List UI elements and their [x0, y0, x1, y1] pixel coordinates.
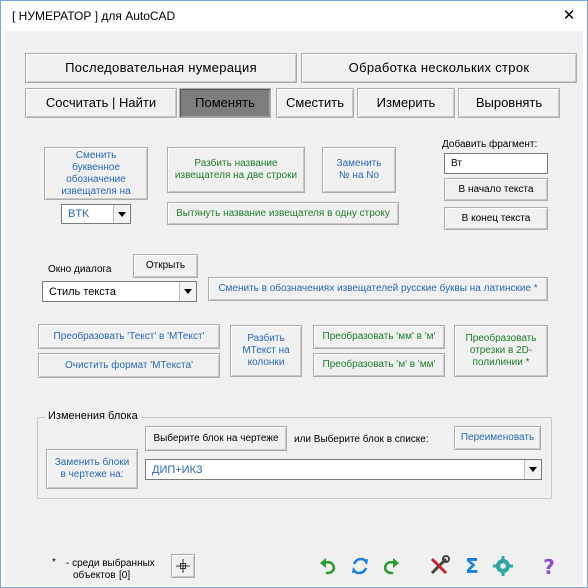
block-list-combo[interactable]: ДИП+ИКЗ: [145, 459, 542, 480]
dialog-window-label: Окно диалога: [48, 264, 112, 275]
split-mtext-columns-button[interactable]: Разбить МТекст на колонки: [230, 325, 302, 377]
chevron-down-icon[interactable]: [113, 205, 130, 223]
tools-icon[interactable]: [427, 554, 451, 578]
note-text: - среди выбранных: [66, 558, 155, 569]
tab-measure[interactable]: Измерить: [357, 88, 455, 118]
tab-align[interactable]: Выровнять: [458, 88, 560, 118]
block-list-combo-value: ДИП+ИКЗ: [152, 463, 203, 476]
dialog-client-area: Последовательная нумерация Обработка нес…: [5, 31, 583, 585]
select-objects-icon[interactable]: [171, 554, 195, 578]
latin-letters-button[interactable]: Сменить в обозначениях извещателей русск…: [208, 277, 548, 301]
chevron-down-icon[interactable]: [179, 282, 196, 301]
numerator-window: [ НУМЕРАТОР ] для AutoCAD ✕ Последовател…: [0, 0, 588, 588]
objects-label: объектов: [73, 570, 116, 581]
tab-replace[interactable]: Поменять: [179, 88, 271, 118]
replace-number-sign-button[interactable]: Заменить № на No: [322, 147, 396, 193]
window-title: [ НУМЕРАТОР ] для AutoCAD: [12, 9, 176, 23]
redo-icon[interactable]: [379, 554, 403, 578]
title-bar: [ НУМЕРАТОР ] для AutoCAD ✕: [1, 1, 587, 31]
change-letter-button[interactable]: Сменить буквенное обозначение извещателя…: [44, 147, 148, 200]
refresh-icon[interactable]: [348, 554, 372, 578]
text-style-combo-value: Стиль текста: [49, 285, 116, 298]
m-to-mm-button[interactable]: Преобразовать 'м' в 'мм': [313, 353, 445, 377]
text-style-combo[interactable]: Стиль текста: [42, 281, 197, 302]
chevron-down-icon[interactable]: [524, 460, 541, 479]
change-blocks-button[interactable]: Заменить блоки в чертеже на:: [46, 449, 138, 489]
mm-to-m-button[interactable]: Преобразовать 'мм' в 'м': [313, 325, 445, 349]
text-to-mtext-button[interactable]: Преобразовать 'Текст' в 'МТекст': [38, 324, 220, 349]
to-start-button[interactable]: В начало текста: [444, 178, 548, 201]
svg-text:?: ?: [543, 555, 555, 577]
add-fragment-label: Добавить фрагмент:: [442, 139, 538, 150]
sigma-icon[interactable]: Σ: [460, 554, 484, 578]
pick-block-button[interactable]: Выберите блок на чертеже: [145, 426, 287, 451]
multiline-processing-button[interactable]: Обработка нескольких строк: [301, 53, 577, 83]
pull-name-button[interactable]: Вытянуть название извещателя в одну стро…: [167, 202, 399, 225]
tab-shift[interactable]: Сместить: [276, 88, 354, 118]
block-changes-title: Изменения блока: [45, 410, 141, 422]
tab-count-find[interactable]: Сосчитать | Найти: [25, 88, 177, 118]
letter-combo[interactable]: BTK: [61, 204, 131, 224]
svg-text:Σ: Σ: [465, 555, 479, 577]
split-name-button[interactable]: Разбить название извещателя на две строк…: [167, 147, 305, 193]
note-star: *: [52, 557, 56, 568]
segments-to-polyline-button[interactable]: Преобразовать отрезки в 2D-полилинии *: [454, 325, 548, 377]
gear-icon[interactable]: [491, 554, 515, 578]
help-icon[interactable]: ?: [537, 554, 561, 578]
sequential-numbering-button[interactable]: Последовательная нумерация: [25, 53, 297, 83]
objects-count: [0]: [119, 570, 131, 581]
clear-mtext-format-button[interactable]: Очистить формат 'МТекста': [38, 353, 220, 378]
undo-icon[interactable]: [316, 554, 340, 578]
letter-combo-value: BTK: [68, 208, 90, 220]
or-select-label: или Выберите блок в списке:: [294, 434, 429, 445]
close-button[interactable]: ✕: [558, 4, 580, 26]
to-end-button[interactable]: В конец текста: [444, 207, 548, 230]
fragment-input[interactable]: Вт: [444, 153, 548, 174]
open-button[interactable]: Открыть: [133, 254, 198, 278]
rename-button[interactable]: Переименовать: [454, 426, 541, 450]
